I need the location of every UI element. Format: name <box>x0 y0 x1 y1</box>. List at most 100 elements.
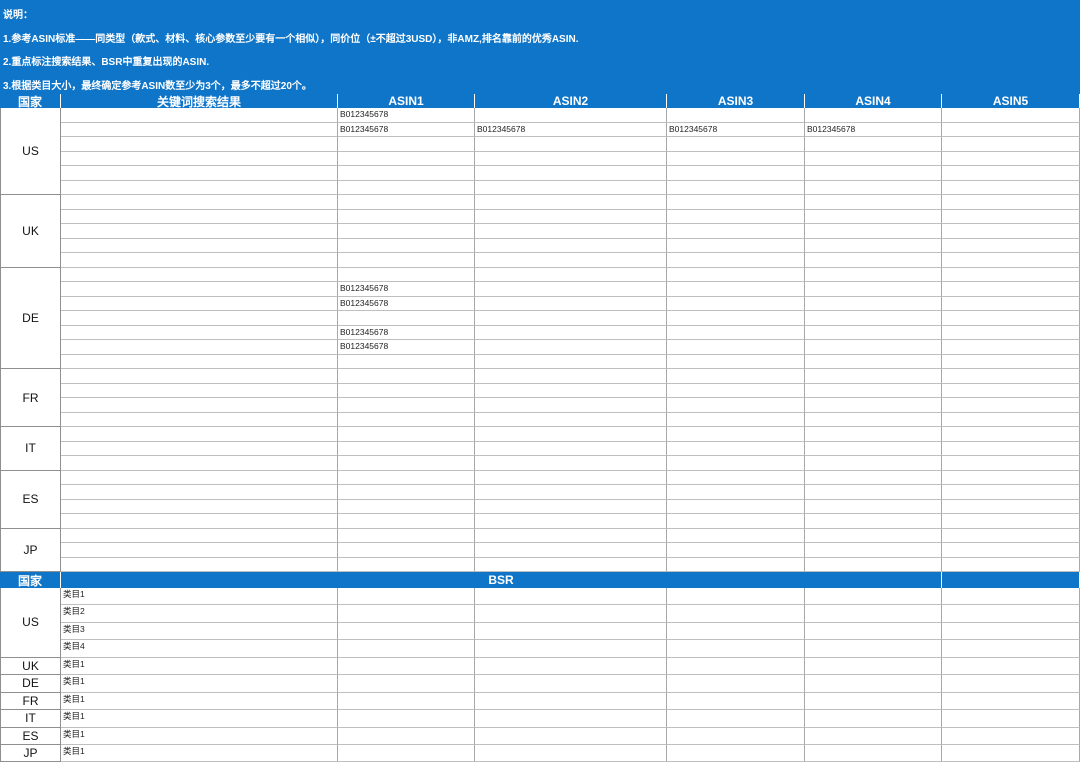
sheet-cell[interactable] <box>61 296 338 311</box>
sheet-cell[interactable] <box>667 311 805 326</box>
sheet-cell[interactable] <box>61 253 338 268</box>
sheet-cell[interactable] <box>667 588 805 606</box>
sheet-cell[interactable] <box>805 238 942 253</box>
sheet-cell[interactable] <box>61 369 338 384</box>
sheet-cell[interactable] <box>667 745 805 762</box>
sheet-cell[interactable] <box>338 710 475 728</box>
sheet-cell[interactable] <box>61 325 338 340</box>
sheet-cell[interactable] <box>338 383 475 398</box>
sheet-cell[interactable] <box>338 398 475 413</box>
sheet-cell[interactable] <box>667 151 805 166</box>
sheet-cell[interactable] <box>942 383 1080 398</box>
sheet-cell[interactable] <box>61 412 338 427</box>
sheet-cell[interactable] <box>805 340 942 355</box>
sheet-cell[interactable] <box>338 543 475 558</box>
sheet-cell[interactable] <box>805 296 942 311</box>
sheet-cell[interactable] <box>942 137 1080 152</box>
sheet-cell[interactable] <box>942 325 1080 340</box>
sheet-cell[interactable] <box>942 282 1080 297</box>
sheet-cell[interactable] <box>475 108 667 123</box>
sheet-cell[interactable] <box>61 398 338 413</box>
sheet-cell[interactable] <box>61 383 338 398</box>
sheet-cell[interactable] <box>475 441 667 456</box>
sheet-cell[interactable] <box>805 456 942 471</box>
sheet-cell[interactable] <box>805 557 942 572</box>
sheet-cell[interactable] <box>667 180 805 195</box>
sheet-cell[interactable] <box>805 253 942 268</box>
sheet-cell[interactable] <box>667 238 805 253</box>
sheet-cell[interactable] <box>475 710 667 728</box>
sheet-cell[interactable] <box>942 692 1080 711</box>
sheet-cell[interactable] <box>942 238 1080 253</box>
sheet-cell[interactable] <box>475 151 667 166</box>
sheet-cell[interactable] <box>61 528 338 543</box>
sheet-cell[interactable] <box>805 499 942 514</box>
sheet-cell[interactable] <box>805 427 942 442</box>
sheet-cell[interactable] <box>338 180 475 195</box>
sheet-cell[interactable] <box>338 745 475 762</box>
sheet-cell[interactable]: 类目1 <box>61 692 338 711</box>
sheet-cell[interactable]: 类目1 <box>61 727 338 746</box>
sheet-cell[interactable] <box>805 605 942 623</box>
sheet-cell[interactable] <box>338 657 475 676</box>
sheet-cell[interactable]: B012345678 <box>338 122 475 137</box>
sheet-cell[interactable] <box>475 325 667 340</box>
sheet-cell[interactable] <box>338 528 475 543</box>
sheet-cell[interactable] <box>61 137 338 152</box>
sheet-cell[interactable] <box>475 456 667 471</box>
sheet-cell[interactable] <box>61 340 338 355</box>
sheet-cell[interactable] <box>667 209 805 224</box>
sheet-cell[interactable] <box>942 398 1080 413</box>
sheet-cell[interactable] <box>805 528 942 543</box>
sheet-cell[interactable] <box>475 180 667 195</box>
sheet-cell[interactable] <box>942 427 1080 442</box>
sheet-cell[interactable] <box>667 340 805 355</box>
sheet-cell[interactable] <box>667 412 805 427</box>
sheet-cell[interactable]: B012345678 <box>338 108 475 123</box>
sheet-cell[interactable] <box>667 282 805 297</box>
sheet-cell[interactable] <box>338 514 475 529</box>
sheet-cell[interactable] <box>667 485 805 500</box>
sheet-cell[interactable] <box>61 543 338 558</box>
sheet-cell[interactable] <box>805 745 942 762</box>
sheet-cell[interactable] <box>338 412 475 427</box>
sheet-cell[interactable] <box>667 325 805 340</box>
sheet-cell[interactable] <box>338 354 475 369</box>
sheet-cell[interactable] <box>942 412 1080 427</box>
sheet-cell[interactable] <box>475 528 667 543</box>
sheet-cell[interactable] <box>475 311 667 326</box>
sheet-cell[interactable] <box>805 224 942 239</box>
sheet-cell[interactable] <box>338 238 475 253</box>
sheet-cell[interactable] <box>805 166 942 181</box>
sheet-cell[interactable] <box>805 325 942 340</box>
sheet-cell[interactable]: B012345678 <box>338 340 475 355</box>
sheet-cell[interactable] <box>805 485 942 500</box>
sheet-cell[interactable] <box>338 640 475 658</box>
sheet-cell[interactable] <box>942 253 1080 268</box>
sheet-cell[interactable] <box>61 267 338 282</box>
sheet-cell[interactable] <box>475 354 667 369</box>
sheet-cell[interactable] <box>61 209 338 224</box>
sheet-cell[interactable] <box>338 499 475 514</box>
sheet-cell[interactable] <box>667 605 805 623</box>
sheet-cell[interactable] <box>942 514 1080 529</box>
sheet-cell[interactable] <box>942 528 1080 543</box>
sheet-cell[interactable] <box>667 528 805 543</box>
sheet-cell[interactable] <box>61 108 338 123</box>
sheet-cell[interactable]: B012345678 <box>805 122 942 137</box>
sheet-cell[interactable] <box>667 499 805 514</box>
sheet-cell[interactable]: B012345678 <box>338 282 475 297</box>
sheet-cell[interactable] <box>475 727 667 746</box>
sheet-cell[interactable] <box>338 151 475 166</box>
sheet-cell[interactable] <box>667 470 805 485</box>
sheet-cell[interactable] <box>475 657 667 676</box>
sheet-cell[interactable] <box>805 441 942 456</box>
sheet-cell[interactable] <box>667 296 805 311</box>
sheet-cell[interactable] <box>61 122 338 137</box>
sheet-cell[interactable]: 类目1 <box>61 710 338 728</box>
sheet-cell[interactable] <box>338 311 475 326</box>
sheet-cell[interactable] <box>805 543 942 558</box>
sheet-cell[interactable] <box>475 499 667 514</box>
sheet-cell[interactable] <box>805 514 942 529</box>
sheet-cell[interactable] <box>475 745 667 762</box>
